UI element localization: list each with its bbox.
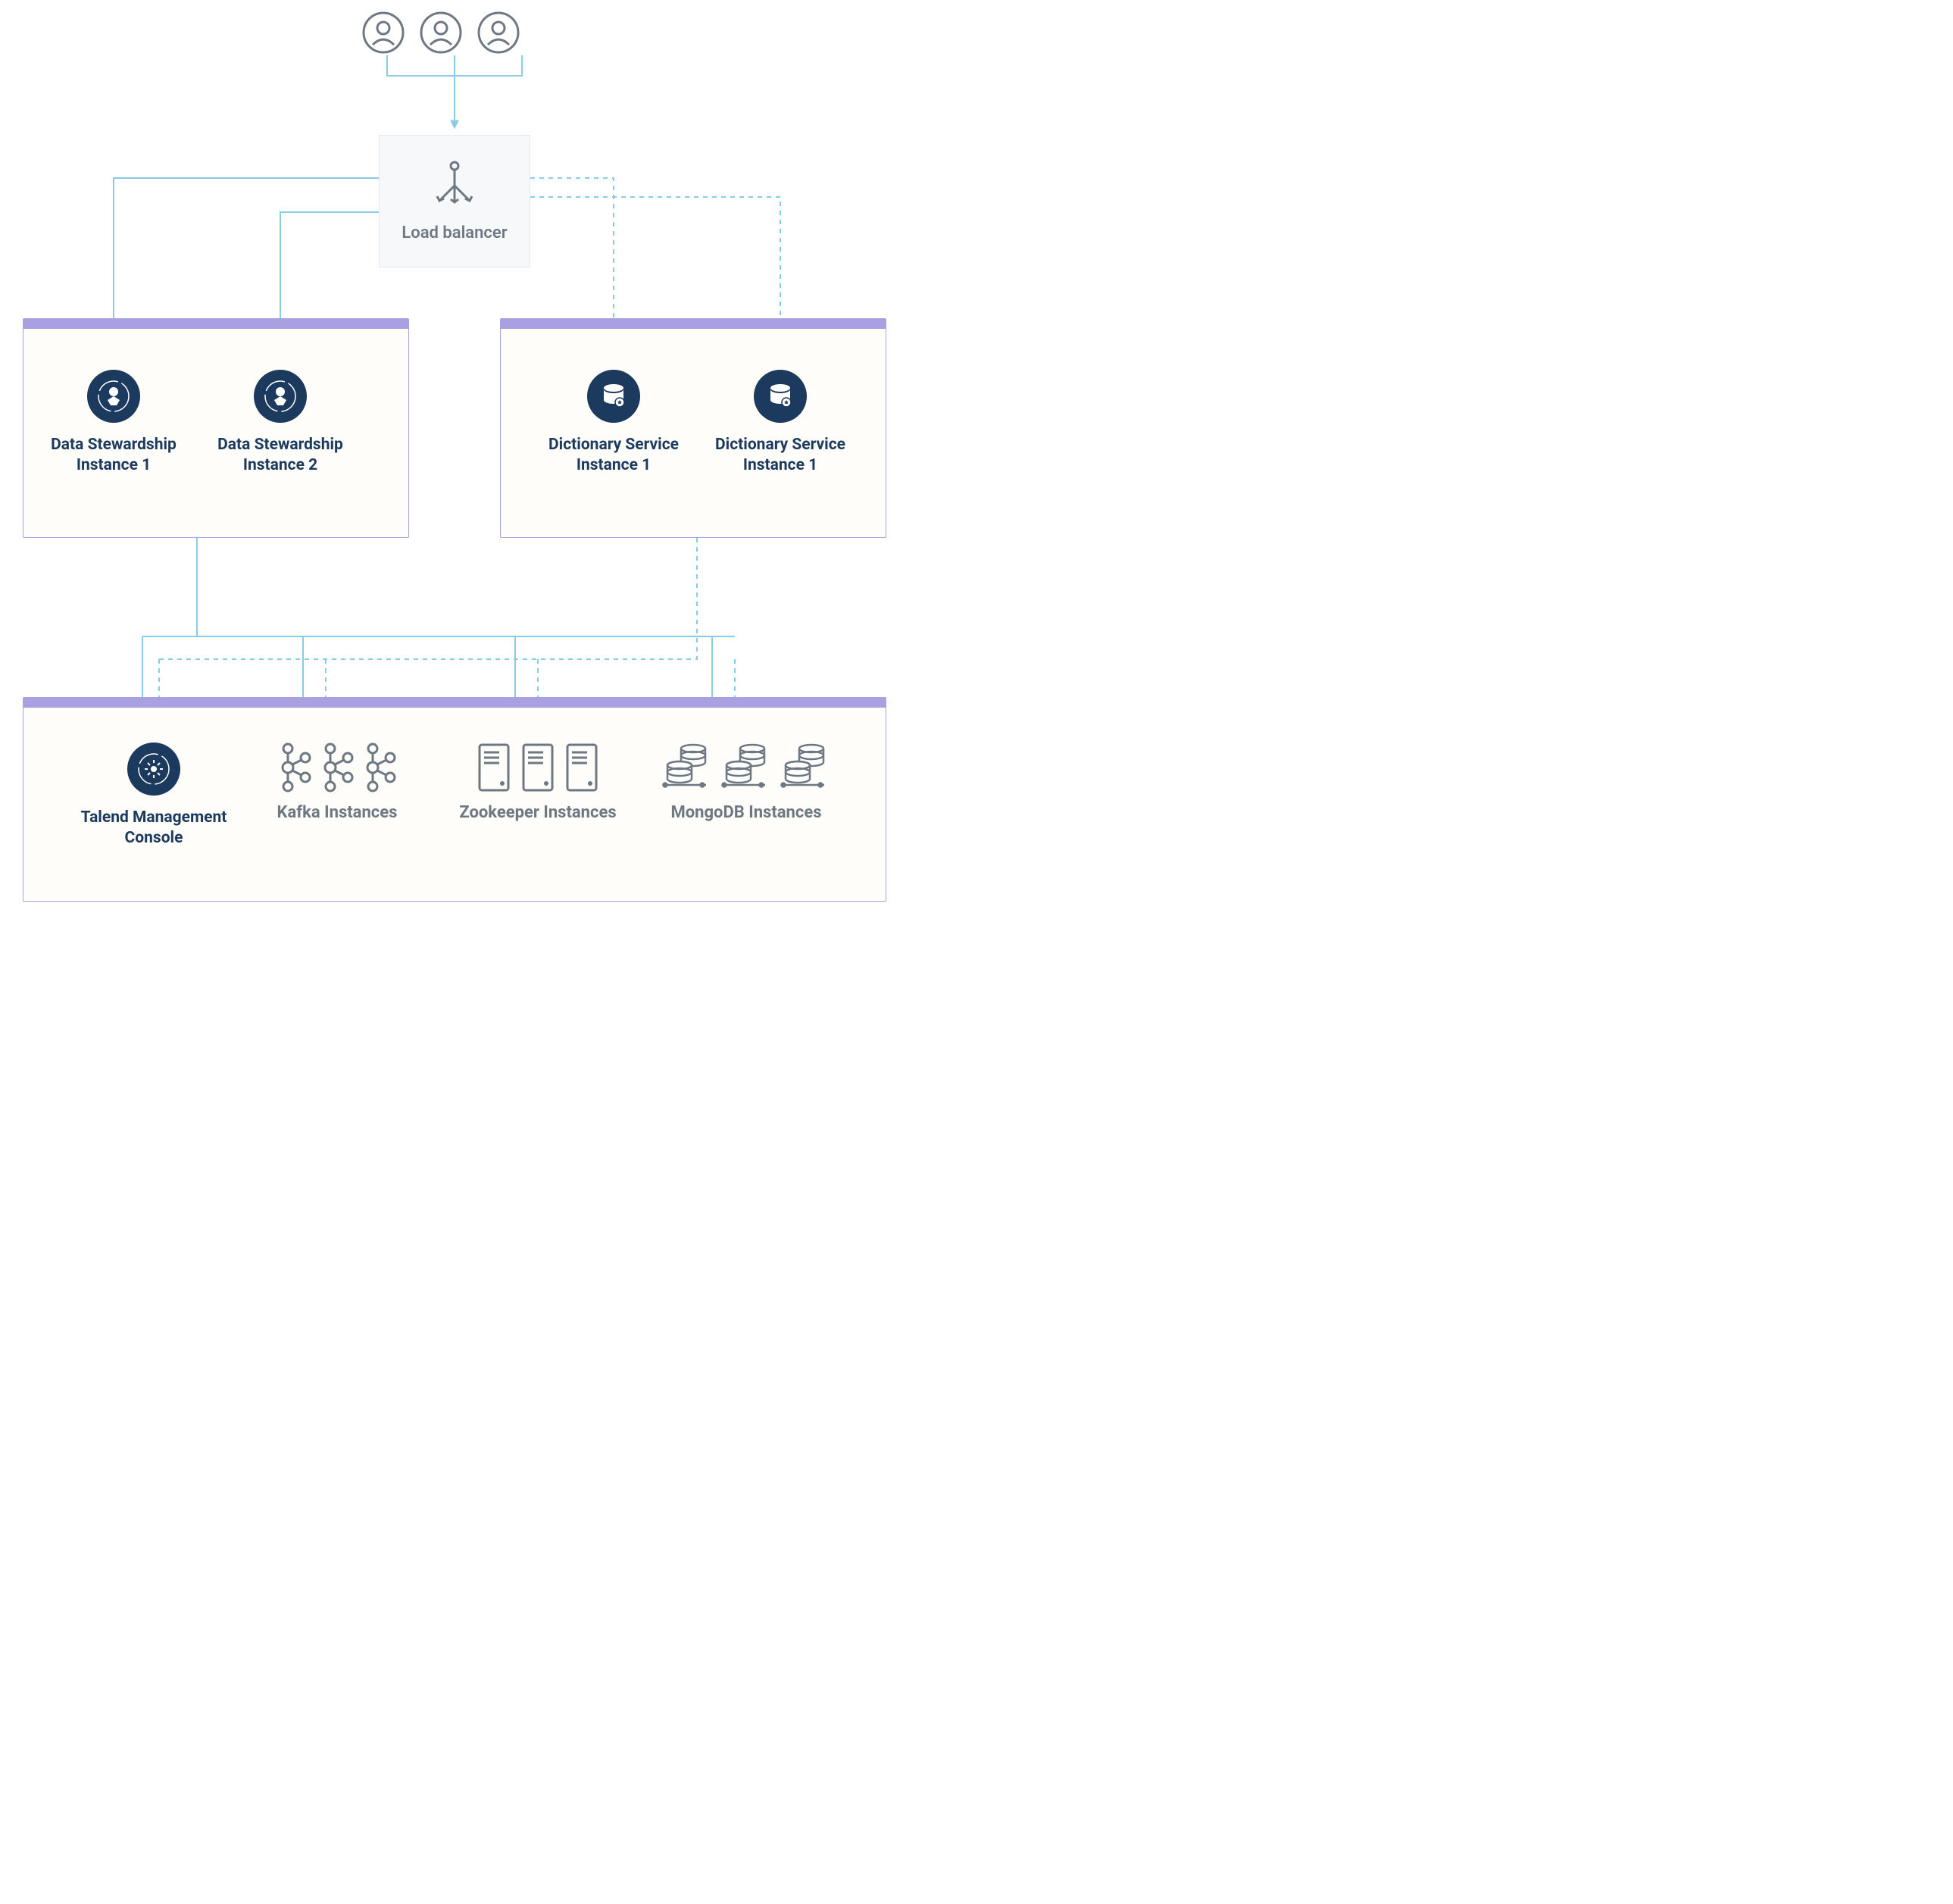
kafka-icon — [319, 741, 355, 794]
talend-management-console: Talend ManagementConsole — [67, 743, 241, 849]
user-icon — [477, 11, 520, 54]
stewardship-icon — [254, 370, 307, 423]
data-stewardship-instance-1: Data StewardshipInstance 1 — [34, 370, 193, 477]
zookeeper-label: Zookeeper Instances — [447, 803, 629, 822]
dictionary-icon — [587, 370, 640, 423]
dictionary-icon — [754, 370, 807, 423]
kafka-icon — [361, 741, 398, 794]
users — [362, 11, 520, 54]
kafka-label: Kafka Instances — [258, 803, 417, 822]
instance-label: Dictionary ServiceInstance 1 — [534, 435, 693, 477]
server-icon — [563, 741, 601, 794]
data-stewardship-instance-2: Data StewardshipInstance 2 — [201, 370, 360, 477]
database-cluster-icon — [779, 741, 832, 794]
user-icon — [362, 11, 405, 54]
instance-label: Data StewardshipInstance 1 — [34, 435, 193, 477]
tmc-icon — [127, 743, 180, 796]
database-cluster-icon — [661, 741, 714, 794]
dictionary-service-instance-1: Dictionary ServiceInstance 1 — [534, 370, 693, 477]
kafka-instances: Kafka Instances — [258, 741, 417, 822]
instance-label: Dictionary ServiceInstance 1 — [701, 435, 860, 477]
database-cluster-icon — [720, 741, 773, 794]
mongodb-label: MongoDB Instances — [652, 803, 841, 822]
kafka-icon — [277, 741, 313, 794]
architecture-diagram: Load balancer Data StewardshipInstance 1… — [0, 0, 976, 952]
user-icon — [420, 11, 462, 54]
load-balancer-icon — [428, 157, 481, 210]
tmc-label: Talend ManagementConsole — [67, 808, 241, 849]
instance-label: Data StewardshipInstance 2 — [201, 435, 360, 477]
load-balancer-label: Load balancer — [380, 224, 530, 242]
stewardship-icon — [87, 370, 140, 423]
server-icon — [475, 741, 513, 794]
dictionary-service-instance-2: Dictionary ServiceInstance 1 — [701, 370, 860, 477]
zookeeper-instances: Zookeeper Instances — [447, 741, 629, 822]
server-icon — [519, 741, 557, 794]
load-balancer-box: Load balancer — [379, 135, 530, 267]
mongodb-instances: MongoDB Instances — [652, 741, 841, 822]
